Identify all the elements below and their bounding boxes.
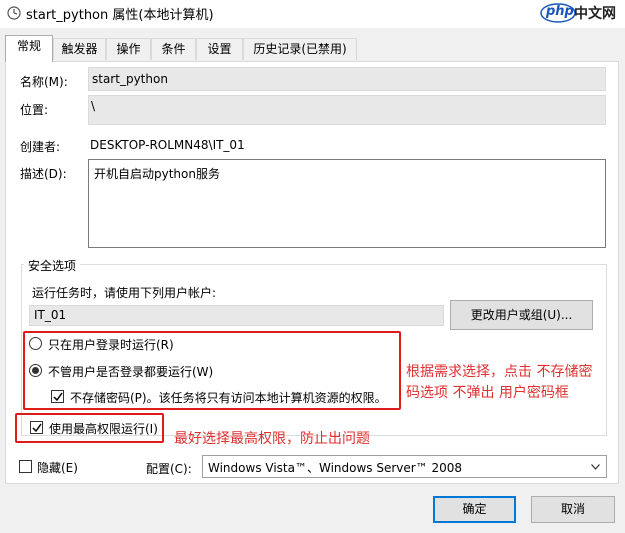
location-field: \ <box>88 95 606 125</box>
highest-privileges-label[interactable]: 使用最高权限运行(I) <box>49 420 158 437</box>
user-account-field: IT_01 <box>29 305 444 326</box>
tab-settings[interactable]: 设置 <box>196 38 243 60</box>
chevron-down-icon <box>591 464 600 470</box>
tab-actions[interactable]: 操作 <box>106 38 151 60</box>
tab-history[interactable]: 历史记录(已禁用) <box>243 38 357 60</box>
radio-logged-on-label[interactable]: 只在用户登录时运行(R) <box>48 336 174 353</box>
window-title: start_python 属性(本地计算机) <box>26 8 214 23</box>
hidden-label[interactable]: 隐藏(E) <box>37 459 78 476</box>
name-value: start_python <box>92 72 168 86</box>
highest-privileges-checkbox[interactable] <box>30 421 43 434</box>
clock-icon <box>7 6 21 20</box>
author-label: 创建者: <box>20 140 61 154</box>
location-value: \ <box>91 99 96 113</box>
annotation-note-2: 最好选择最高权限，防止出问题 <box>174 431 370 447</box>
configure-value: Windows Vista™、Windows Server™ 2008 <box>208 461 463 475</box>
hidden-checkbox[interactable] <box>19 460 32 473</box>
title-bar: start_python 属性(本地计算机) php 中文网 <box>0 0 625 28</box>
tab-conditions[interactable]: 条件 <box>151 38 196 60</box>
annotation-note-1-line-2: 码选项 不弹出 用户密码框 <box>406 385 569 401</box>
site-logo: php 中文网 <box>532 2 622 26</box>
cancel-button[interactable]: 取消 <box>531 496 615 523</box>
no-store-password-checkbox[interactable] <box>51 390 64 403</box>
logo-text: php <box>546 4 574 19</box>
radio-whether-logged-label[interactable]: 不管用户是否登录都要运行(W) <box>48 363 213 380</box>
name-label: 名称(M): <box>20 75 68 89</box>
radio-selected-dot <box>32 367 39 374</box>
description-value: 开机自启动python服务 <box>94 167 220 181</box>
radio-logged-on[interactable] <box>29 337 42 350</box>
run-as-prompt: 运行任务时，请使用下列用户帐户: <box>32 286 217 300</box>
user-account-value: IT_01 <box>34 308 67 322</box>
checkmark-icon <box>53 392 63 402</box>
description-label: 描述(D): <box>20 167 67 181</box>
configure-label: 配置(C): <box>146 462 192 476</box>
location-label: 位置: <box>20 103 49 117</box>
description-textarea[interactable]: 开机自启动python服务 <box>88 159 606 248</box>
no-store-password-label[interactable]: 不存储密码(P)。该任务将只有访问本地计算机资源的权限。 <box>70 389 387 406</box>
annotation-note-1-line-1: 根据需求选择，点击 不存储密 <box>406 364 593 380</box>
name-field[interactable]: start_python <box>88 67 606 91</box>
ok-button[interactable]: 确定 <box>433 496 516 523</box>
change-user-button[interactable]: 更改用户或组(U)... <box>450 300 593 330</box>
configure-select[interactable]: Windows Vista™、Windows Server™ 2008 <box>202 455 607 478</box>
tab-triggers[interactable]: 触发器 <box>53 38 106 60</box>
logo-cn-text: 中文网 <box>574 6 616 22</box>
radio-whether-logged[interactable] <box>29 364 42 377</box>
tab-general[interactable]: 常规 <box>5 35 53 62</box>
checkmark-icon <box>32 423 42 433</box>
author-value: DESKTOP-ROLMN48\IT_01 <box>90 138 245 152</box>
security-group-label: 安全选项 <box>24 257 81 274</box>
